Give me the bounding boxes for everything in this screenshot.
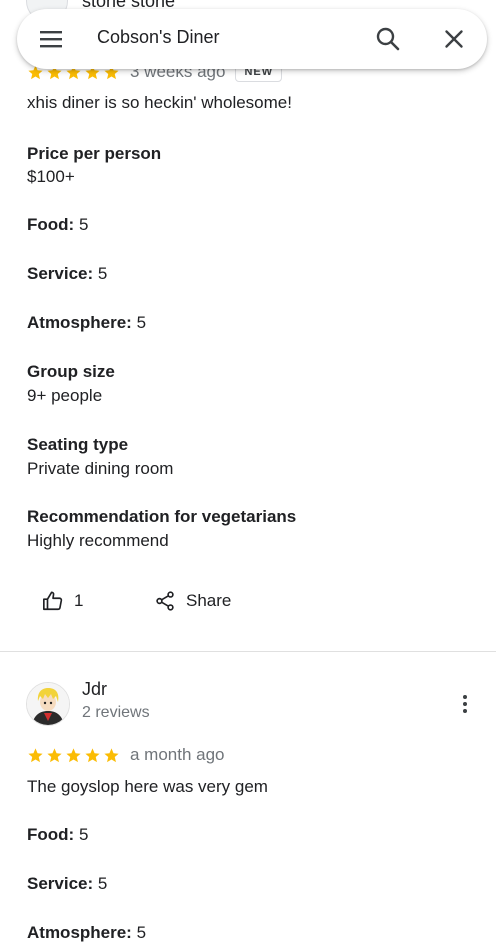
food-label: Food: — [27, 215, 75, 234]
food-rating: Food: 5 — [27, 215, 88, 235]
atmosphere-value: 5 — [136, 313, 147, 332]
group-size-value: 9+ people — [27, 386, 103, 405]
review-divider — [0, 651, 496, 652]
atmosphere-label: Atmosphere: — [27, 923, 132, 942]
more-options-icon[interactable] — [455, 692, 475, 716]
search-icon[interactable] — [373, 24, 403, 54]
food-value: 5 — [78, 825, 89, 844]
like-count: 1 — [74, 591, 84, 610]
share-label: Share — [186, 591, 232, 610]
share-icon — [156, 591, 174, 611]
review-text: xhis diner is so heckin' wholesome! — [27, 93, 292, 112]
review-time: a month ago — [130, 745, 225, 764]
star-icon — [47, 747, 62, 762]
search-query[interactable]: Cobson's Diner — [97, 27, 220, 48]
atmosphere-rating: Atmosphere: 5 — [27, 923, 146, 943]
service-value: 5 — [97, 874, 108, 893]
menu-icon[interactable] — [37, 27, 65, 51]
atmosphere-label: Atmosphere: — [27, 313, 132, 332]
review-text: The goyslop here was very gem — [27, 777, 268, 796]
thumbs-up-icon — [43, 591, 63, 611]
price-label: Price per person — [27, 144, 162, 163]
atmosphere-value: 5 — [136, 923, 147, 942]
service-rating: Service: 5 — [27, 264, 107, 284]
food-label: Food: — [27, 825, 75, 844]
star-icon — [85, 747, 100, 762]
price-value: $100+ — [27, 167, 75, 186]
close-icon[interactable] — [439, 24, 469, 54]
service-label: Service: — [27, 874, 94, 893]
star-icon — [28, 747, 43, 762]
vegetarian-label: Recommendation for vegetarians — [27, 507, 297, 526]
search-bar: Cobson's Diner — [17, 9, 487, 69]
food-rating: Food: 5 — [27, 825, 88, 845]
group-size-label: Group size — [27, 362, 115, 381]
share-button[interactable]: Share — [154, 590, 231, 612]
review-rating-row: a month ago — [27, 745, 225, 765]
seating-type-value: Private dining room — [27, 459, 174, 478]
reviewer-avatar[interactable] — [26, 682, 70, 726]
seating-type-label: Seating type — [27, 435, 129, 454]
service-value: 5 — [97, 264, 108, 283]
star-icon — [104, 747, 119, 762]
star-icon — [66, 747, 81, 762]
service-rating: Service: 5 — [27, 874, 107, 894]
vegetarian-value: Highly recommend — [27, 531, 169, 550]
reviewer-name[interactable]: Jdr — [82, 679, 107, 700]
atmosphere-rating: Atmosphere: 5 — [27, 313, 146, 333]
food-value: 5 — [78, 215, 89, 234]
like-button[interactable]: 1 — [42, 590, 83, 612]
service-label: Service: — [27, 264, 94, 283]
star-rating — [27, 747, 120, 764]
reviewer-review-count[interactable]: 2 reviews — [82, 704, 150, 722]
